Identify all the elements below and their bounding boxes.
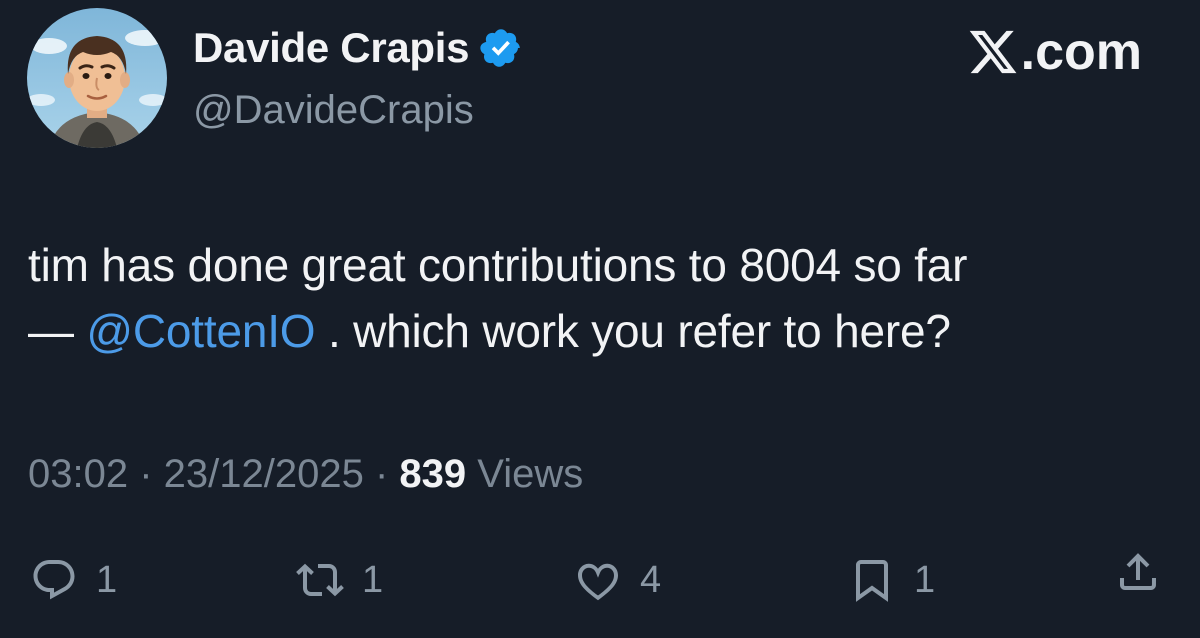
share-icon bbox=[1114, 548, 1162, 596]
meta-separator: · bbox=[128, 452, 164, 496]
cartoon-avatar-icon bbox=[27, 8, 167, 148]
views-count: 839 bbox=[399, 452, 467, 496]
reply-button[interactable]: 1 bbox=[30, 548, 117, 612]
author-handle[interactable]: @DavideCrapis bbox=[193, 86, 474, 134]
tweet-date[interactable]: 23/12/2025 bbox=[164, 452, 364, 496]
brand-x-com: .com bbox=[967, 24, 1142, 80]
author-display-name[interactable]: Davide Crapis bbox=[193, 24, 470, 72]
share-button[interactable] bbox=[1114, 548, 1162, 596]
tweet-text-line-1: tim has done great contributions to 8004… bbox=[28, 239, 968, 291]
bookmark-icon bbox=[848, 556, 896, 604]
mention-link[interactable]: @CottenIO bbox=[86, 305, 315, 357]
like-count: 4 bbox=[640, 559, 662, 601]
x-logo-icon bbox=[967, 26, 1019, 78]
tweet-actions-bar: 1 1 4 1 bbox=[0, 548, 1200, 612]
avatar[interactable] bbox=[27, 8, 167, 148]
like-button[interactable]: 4 bbox=[574, 548, 661, 612]
repost-count: 1 bbox=[362, 559, 384, 601]
views-label: Views bbox=[466, 452, 584, 496]
tweet-time[interactable]: 03:02 bbox=[28, 452, 128, 496]
reply-icon bbox=[30, 556, 78, 604]
bookmark-count: 1 bbox=[914, 559, 936, 601]
verified-badge-icon bbox=[479, 26, 523, 70]
repost-button[interactable]: 1 bbox=[296, 548, 383, 612]
bookmark-button[interactable]: 1 bbox=[848, 548, 935, 612]
meta-separator: · bbox=[363, 452, 400, 496]
tweet-text: tim has done great contributions to 8004… bbox=[28, 232, 1178, 364]
repost-icon bbox=[296, 556, 344, 604]
em-dash: — bbox=[28, 305, 87, 357]
tweet-meta: 03:02 · 23/12/2025 · 839 Views bbox=[28, 448, 583, 500]
reply-count: 1 bbox=[96, 559, 118, 601]
heart-icon bbox=[574, 556, 622, 604]
brand-domain-label: .com bbox=[1020, 23, 1142, 81]
tweet-text-line-2: — @CottenIO . which work you refer to he… bbox=[28, 298, 1178, 364]
author-name-row[interactable]: Davide Crapis bbox=[193, 24, 523, 72]
tweet-text-rest: . which work you refer to here? bbox=[315, 305, 951, 357]
tweet-card: Davide Crapis @DavideCrapis .com tim has… bbox=[0, 0, 1200, 638]
